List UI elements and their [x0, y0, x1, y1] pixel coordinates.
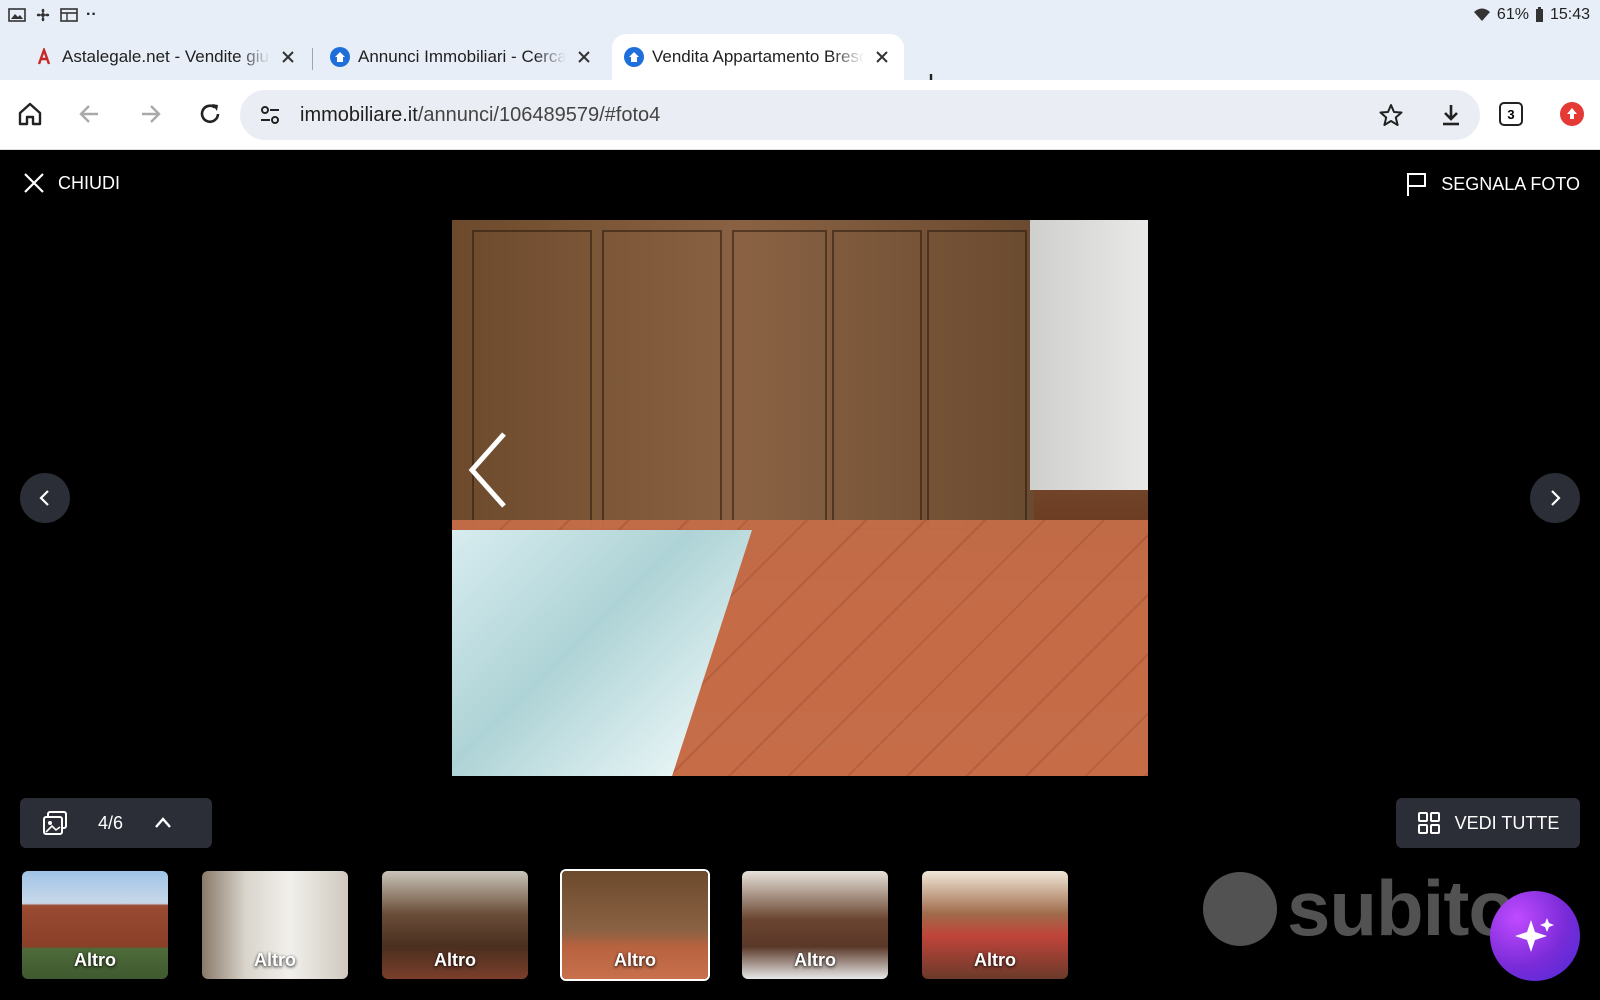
close-tab-icon[interactable]: [574, 47, 594, 67]
tab-title: Astalegale.net - Vendite giudiziarie: [62, 47, 270, 66]
address-bar[interactable]: immobiliare.it/annunci/106489579/#foto4: [240, 90, 1480, 140]
thumbnail-5[interactable]: Altro: [742, 871, 888, 979]
report-photo-button[interactable]: SEGNALA FOTO: [1405, 171, 1580, 197]
grid-icon: [1417, 812, 1440, 834]
thumbnail-label: Altro: [974, 950, 1016, 970]
next-photo-button[interactable]: [1530, 473, 1580, 523]
tab-annunci-immobiliari[interactable]: Annunci Immobiliari - Cerca: [318, 34, 606, 80]
more-notifications-icon: ··: [86, 6, 97, 23]
thumbnail-label: Altro: [794, 950, 836, 970]
view-all-label: VEDI TUTTE: [1454, 812, 1560, 833]
forward-icon[interactable]: [136, 100, 164, 128]
back-icon[interactable]: [76, 100, 104, 128]
tab-title: Annunci Immobiliari - Cerca: [358, 47, 566, 66]
site-settings-icon[interactable]: [258, 103, 282, 127]
thumbnail-1[interactable]: Altro: [22, 871, 168, 979]
chevron-right-icon: [1551, 490, 1561, 506]
chevron-up-icon[interactable]: [153, 813, 173, 833]
tab-title: Vendita Appartamento Brescia: [652, 47, 864, 66]
thumbnail-4[interactable]: Altro: [560, 869, 710, 981]
tab-vendita-appartamento[interactable]: Vendita Appartamento Brescia: [612, 34, 904, 80]
thumbnail-3[interactable]: Altro: [382, 871, 528, 979]
clock: 15:43: [1549, 6, 1590, 23]
sparkle-icon: [1515, 918, 1554, 952]
subito-watermark: subito: [1203, 863, 1516, 954]
wifi-icon: [1473, 8, 1490, 21]
home-icon[interactable]: [16, 100, 44, 128]
close-button[interactable]: CHIUDI: [22, 171, 120, 195]
url-text[interactable]: immobiliare.it/annunci/106489579/#foto4: [300, 104, 660, 127]
flag-icon: [1407, 173, 1427, 196]
system-status-bar: ·· 61% 15:43: [0, 0, 1600, 30]
extension-icon[interactable]: [1560, 102, 1584, 126]
battery-icon: [1535, 7, 1543, 22]
thumbnail-label: Altro: [614, 950, 656, 970]
photo-viewer: CHIUDI SEGNALA FOTO 4/6 VEDI TUTTE Altro…: [0, 151, 1600, 1000]
report-label: SEGNALA FOTO: [1441, 173, 1580, 194]
watermark-text: subito: [1287, 864, 1516, 952]
bookmark-star-icon[interactable]: [1378, 102, 1404, 128]
subito-logo-icon: [1203, 871, 1277, 946]
close-label: CHIUDI: [58, 172, 120, 193]
close-icon: [24, 173, 44, 193]
immobiliare-icon: [330, 47, 350, 67]
chevron-left-icon: [39, 490, 49, 506]
bedroom-photo: [452, 220, 1148, 776]
previous-photo-button[interactable]: [20, 473, 70, 523]
gallery-icon: [8, 8, 26, 22]
immobiliare-icon: [624, 47, 644, 67]
tab-divider: [312, 48, 313, 70]
wardrobe: [452, 220, 1034, 550]
url-domain: immobiliare.it: [300, 104, 418, 126]
astalegale-icon: [34, 47, 54, 67]
thumbnail-label: Altro: [254, 950, 296, 970]
ai-assistant-button[interactable]: [1490, 891, 1580, 981]
reload-icon[interactable]: [196, 100, 224, 128]
browser-toolbar: immobiliare.it/annunci/106489579/#foto4 …: [0, 80, 1600, 150]
photos-icon: [43, 811, 67, 835]
tab-strip: Astalegale.net - Vendite giudiziarie Ann…: [0, 30, 1600, 92]
counter-text: 4/6: [98, 812, 124, 833]
window-icon: [60, 8, 78, 22]
thumbnail-6[interactable]: Altro: [922, 871, 1068, 979]
battery-percent: 61%: [1496, 6, 1529, 23]
tab-astalegale[interactable]: Astalegale.net - Vendite giudiziarie: [22, 34, 310, 80]
view-all-button[interactable]: VEDI TUTTE: [1396, 798, 1580, 848]
wall: [1030, 220, 1148, 490]
main-photo[interactable]: [452, 220, 1148, 776]
download-icon[interactable]: [1438, 102, 1464, 128]
close-tab-icon[interactable]: [278, 47, 298, 67]
fan-icon: [36, 8, 50, 22]
thumbnail-label: Altro: [434, 950, 476, 970]
tab-switcher-button[interactable]: 3: [1499, 102, 1523, 126]
thumbnail-label: Altro: [74, 950, 116, 970]
url-path: /annunci/106489579/#foto4: [417, 104, 661, 126]
photo-prev-chevron-icon: [468, 432, 506, 508]
photo-counter[interactable]: 4/6: [20, 798, 212, 848]
thumbnail-2[interactable]: Altro: [202, 871, 348, 979]
close-tab-icon[interactable]: [872, 47, 892, 67]
